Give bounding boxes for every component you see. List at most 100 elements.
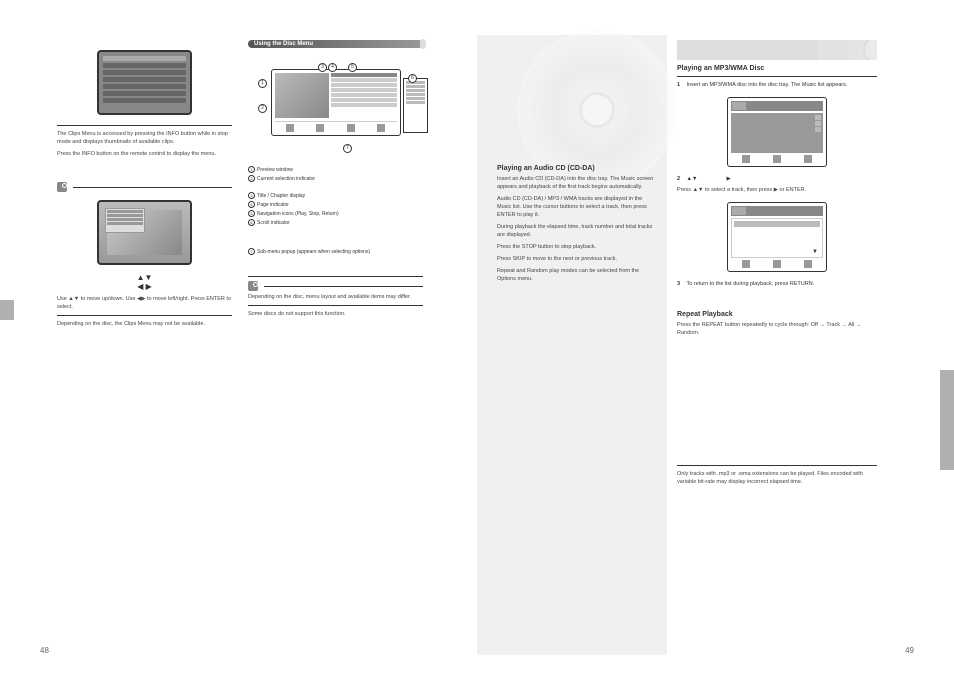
divider [57,315,232,316]
body-text: Press SKIP to move to the next or previo… [497,255,657,263]
page-tab-right [940,370,954,470]
divider [248,305,423,306]
mock-thumb [732,207,746,215]
mock-row [331,103,397,107]
legend-item: 7Sub-menu popup (appears when selecting … [248,248,423,256]
page-tab-left [0,300,14,320]
note-text: Depending on the disc, the Clips Menu ma… [57,320,232,328]
arrow-hint-text: Use ▲▼ to move up/down. Use ◀▶ to move l… [57,295,232,311]
clips-menu-mockup [97,50,192,115]
mock-thumb [732,102,746,110]
page-left: The Clips Menu is accessed by pressing t… [0,0,477,675]
mock-row [734,221,820,227]
mock-header [731,101,823,111]
mock-icon [773,155,781,163]
note-row [57,182,232,192]
mock-icon [742,155,750,163]
mock-row [103,91,186,96]
up-down-icon: ▲▼ [137,273,153,282]
mock-submenu-popup [403,78,428,133]
mock-row [406,97,425,100]
section-title: Playing an MP3/WMA Disc [677,65,877,72]
mock-row [331,73,397,77]
legend-item: 3Title / Chapter display [248,192,423,200]
callout-7: 7 [343,144,352,153]
body-text: Insert an Audio CD (CD-DA) into the disc… [497,175,657,191]
mock-icon [286,124,294,132]
down-icon: ▼ [812,249,818,255]
mock-icon [804,260,812,268]
arrow-key-hint: ▲▼ ◀ ▶ [57,273,232,291]
mock-overlay-menu [105,208,145,233]
mock-icon [773,260,781,268]
mock-row [103,84,186,89]
note-icon [57,182,67,192]
mock-row [406,93,425,96]
page-number: 49 [905,646,914,655]
mock-header [731,206,823,216]
body-text: Audio CD (CD-DA) / MP3 / WMA tracks are … [497,195,657,219]
body-text: Press the STOP button to stop playback. [497,243,657,251]
mock-bottom-icons [275,121,397,132]
left-col-1: The Clips Menu is accessed by pressing t… [57,40,232,332]
mock-row [331,98,397,102]
disc-menu-mockup [271,69,401,136]
body-text: Repeat and Random play modes can be sele… [497,267,657,283]
divider [264,286,423,287]
page-number: 48 [40,646,49,655]
step-text: Press the INFO button on the remote cont… [57,150,232,158]
mock-body: ▼ [731,218,823,258]
mock-row [331,93,397,97]
divider [57,125,232,126]
mock-row [103,70,186,75]
disc-menu-mockup-wrap: 3 4 5 1 2 6 7 [248,69,423,136]
callout-legend: 1Preview window 2Current selection indic… [248,166,423,256]
mock-row [406,85,425,88]
note-row [248,281,423,291]
callout-3: 3 [318,63,327,72]
mock-row [103,98,186,103]
mock-body [731,113,823,153]
info-menu-mockup [97,200,192,265]
divider [677,465,877,466]
music-playback-mockup: ▼ [727,202,827,272]
callout-1: 1 [258,79,267,88]
mock-row [331,78,397,82]
step-1: 1 Insert an MP3/WMA disc into the disc t… [677,81,877,89]
mock-footer [731,260,823,268]
mock-scrollbar [815,115,821,133]
up-down-icon: ▲▼ [687,176,698,182]
callout-2: 2 [258,104,267,113]
step-2-text: Press ▲▼ to select a track, then press ▶… [677,186,877,194]
step-2: 2 ▲▼ ▶ [677,175,877,183]
mock-row [107,214,143,217]
repeat-text: Press the REPEAT button repeatedly to cy… [677,321,877,337]
mock-row [331,88,397,92]
callout-5: 5 [348,63,357,72]
section-title: Using the Disc Menu [254,41,429,47]
mock-row [103,77,186,82]
page-right: Playing an Audio CD (CD-DA) Insert an Au… [477,0,954,675]
mock-footer [731,155,823,163]
divider [248,276,423,277]
note-icon [248,281,258,291]
left-right-icon: ◀ ▶ [137,282,152,291]
mock-row [107,210,143,213]
disc-decoration-icon [817,40,877,60]
mock-icon [316,124,324,132]
note-text: Some discs do not support this function. [248,310,423,318]
intro-text: The Clips Menu is accessed by pressing t… [57,130,232,146]
mock-row [107,218,143,221]
mock-menu-pane [331,73,397,118]
repeat-heading: Repeat Playback [677,311,877,318]
music-list-mockup [727,97,827,167]
section-header-bar [677,40,877,60]
callout-6: 6 [408,74,417,83]
play-icon: ▶ [726,176,730,182]
mock-row [406,101,425,104]
legend-item: 2Current selection indicator [248,175,423,183]
mock-row [103,63,186,68]
right-col-2: Playing an MP3/WMA Disc 1 Insert an MP3/… [677,40,877,490]
divider [73,187,232,188]
note-text: Depending on the disc, menu layout and a… [248,293,423,301]
